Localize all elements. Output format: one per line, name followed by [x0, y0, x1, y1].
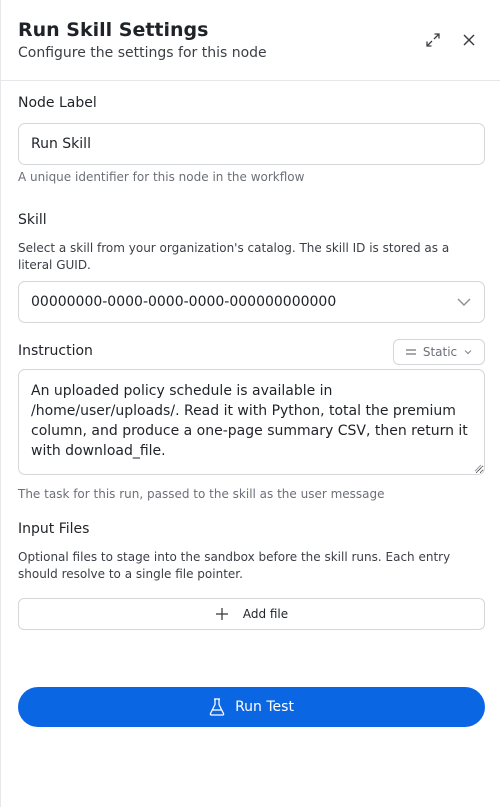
node-label-help: A unique identifier for this node in the… — [18, 170, 305, 184]
skill-heading: Skill — [18, 212, 47, 228]
skill-select-value: 00000000-0000-0000-0000-000000000000 — [31, 294, 337, 310]
static-mode-toggle[interactable]: Static — [393, 339, 485, 365]
flask-icon — [209, 698, 225, 716]
settings-panel: Run Skill Settings Configure the setting… — [0, 0, 500, 807]
chevron-down-icon — [457, 298, 471, 306]
expand-button[interactable] — [423, 30, 443, 50]
node-label-heading: Node Label — [18, 95, 97, 111]
instruction-textarea[interactable]: An uploaded policy schedule is available… — [18, 369, 485, 475]
run-test-button[interactable]: Run Test — [18, 687, 485, 727]
instruction-heading: Instruction — [18, 343, 93, 359]
chevron-down-icon — [464, 350, 472, 355]
resize-grip-icon[interactable] — [474, 464, 482, 472]
run-test-label: Run Test — [235, 699, 294, 715]
close-button[interactable] — [459, 30, 479, 50]
add-file-button[interactable]: Add file — [18, 598, 485, 630]
plus-icon — [215, 608, 228, 620]
page-subtitle: Configure the settings for this node — [18, 45, 267, 61]
instruction-help: The task for this run, passed to the ski… — [18, 487, 385, 501]
expand-icon — [426, 33, 440, 47]
node-label-input[interactable]: Run Skill — [18, 123, 485, 165]
close-icon — [463, 34, 475, 46]
panel-header: Run Skill Settings Configure the setting… — [1, 0, 500, 81]
skill-description: Select a skill from your organization's … — [18, 241, 450, 272]
skill-select[interactable]: 00000000-0000-0000-0000-000000000000 — [18, 281, 485, 323]
add-file-label: Add file — [242, 607, 289, 621]
input-files-description: Optional files to stage into the sandbox… — [18, 550, 451, 581]
page-title: Run Skill Settings — [18, 19, 209, 41]
instruction-text: An uploaded policy schedule is available… — [31, 383, 468, 459]
equals-icon — [405, 349, 416, 355]
input-files-heading: Input Files — [18, 521, 90, 537]
static-mode-label: Static — [422, 345, 458, 359]
